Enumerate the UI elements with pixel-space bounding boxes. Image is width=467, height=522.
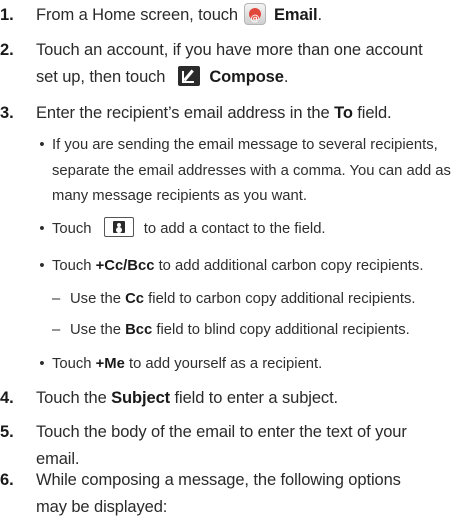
step-number: 5. xyxy=(0,423,14,441)
step-text: Touch the Subject field to enter a subje… xyxy=(36,389,339,407)
step-number: 2. xyxy=(0,41,14,59)
instructions-page: 1. From a Home screen, touch Email. 2. T… xyxy=(0,0,467,522)
step-number: 4. xyxy=(0,389,14,407)
step-text: From a Home screen, touch Email. xyxy=(36,2,467,33)
step-text: Enter the recipient’s email address in t… xyxy=(36,104,392,122)
step-text: Touch an account, if you have more than … xyxy=(36,41,423,86)
step-number: 6. xyxy=(0,471,14,489)
step-text: While composing a message, the following… xyxy=(36,471,401,516)
step-number: 1. xyxy=(0,6,14,24)
step-text: Touch the body of the email to enter the… xyxy=(36,423,407,468)
compose-icon xyxy=(177,65,200,86)
contact-picker-icon xyxy=(103,217,134,238)
step-number: 3. xyxy=(0,104,14,122)
email-app-icon xyxy=(244,2,267,33)
